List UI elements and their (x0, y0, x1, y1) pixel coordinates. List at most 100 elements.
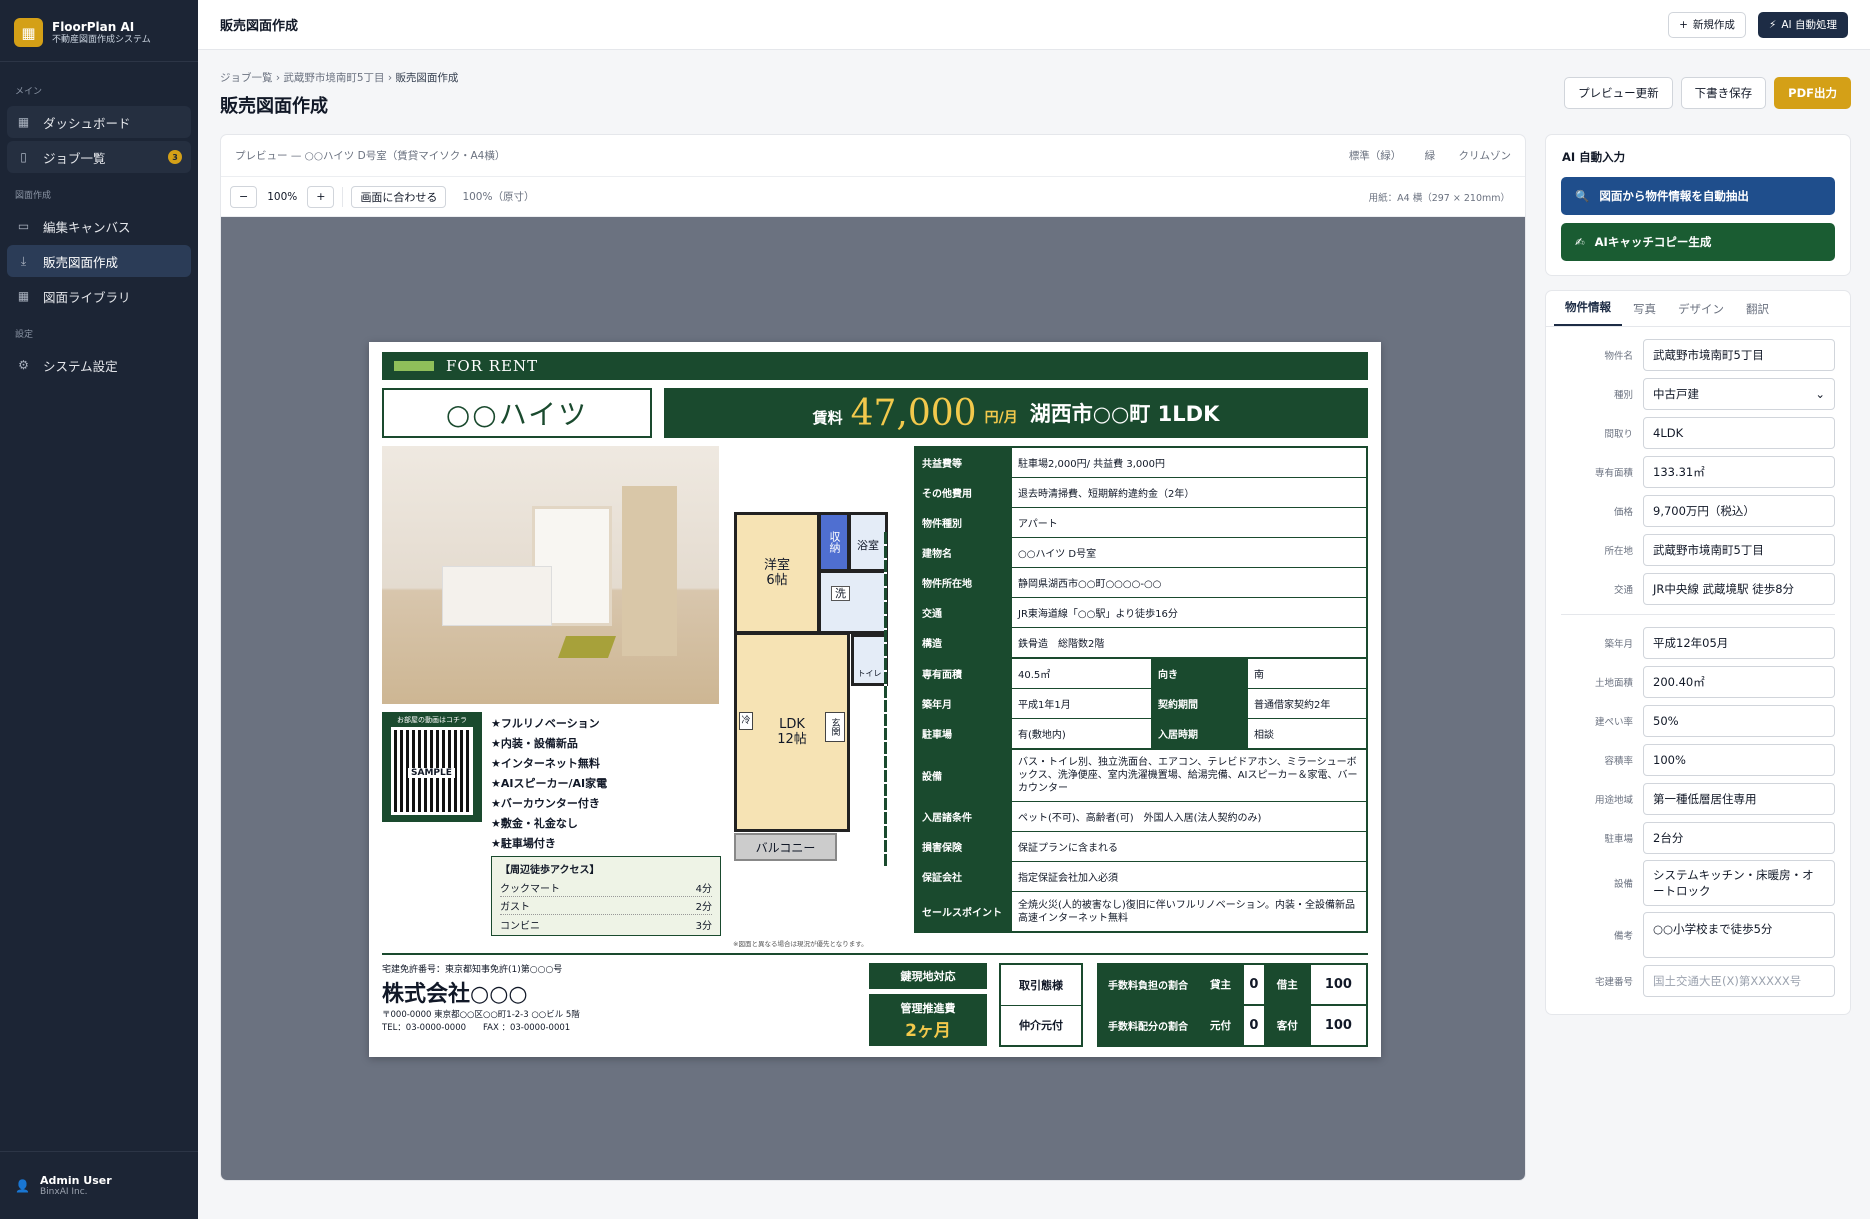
equipment-textarea[interactable]: システムキッチン・床暖房・オートロック (1643, 860, 1835, 906)
property-name-field[interactable]: 武蔵野市境南町5丁目 (1643, 338, 1835, 371)
new-button[interactable]: + 新規作成 (1668, 11, 1746, 38)
ai-process-button[interactable]: ⚡ AI 自動処理 (1758, 11, 1848, 38)
monitor-icon: ▭ (17, 219, 30, 233)
breadcrumb-item[interactable]: ジョブ一覧 (220, 72, 273, 84)
address-field[interactable]: 武蔵野市境南町5丁目 (1643, 533, 1835, 566)
field-label: 建ぺい率 (1594, 716, 1633, 728)
extract-button[interactable]: 🔍 図面から物件情報を自動抽出 (1561, 177, 1835, 215)
field-label: 宅建番号 (1594, 976, 1633, 988)
table-row: 手数料負担の割合 貸主 0 借主 100 (1097, 963, 1369, 1006)
count-badge: 3 (168, 150, 182, 164)
bolt-icon: ⚡ (1769, 18, 1777, 31)
zoom-out-button[interactable]: − (230, 185, 258, 208)
spec-value: 有(敷地内) (1011, 718, 1152, 749)
company-name: 株式会社○○○ (382, 982, 528, 1007)
save-draft-button[interactable]: 下書き保存 (1680, 77, 1767, 109)
divider (342, 186, 344, 207)
plan-washroom: 洗 (818, 570, 888, 634)
file-icon: ▯ (20, 150, 27, 164)
sidebar-item-label: 編集キャンバス (43, 219, 131, 235)
transport-field[interactable]: JR中央線 武蔵境駅 徒歩8分 (1643, 572, 1835, 605)
spec-value: アパート (1011, 507, 1367, 538)
coverage-ratio-field[interactable]: 50% (1643, 704, 1835, 737)
field-label: 土地面積 (1594, 677, 1633, 689)
floor-ratio-field[interactable]: 100% (1643, 743, 1835, 776)
spec-value: バス・トイレ別、独立洗面台、エアコン、テレビドアホン、ミラーシューボックス、洗浄… (1011, 749, 1367, 802)
sidebar-item-library[interactable]: ▦ 図面ライブラリ (7, 280, 191, 312)
sidebar-item-canvas[interactable]: ▭ 編集キャンバス (7, 210, 191, 242)
spec-key: 損害保険 (915, 831, 1012, 862)
theme-option[interactable]: 緑 (1425, 150, 1436, 162)
table-row: 手数料配分の割合 元付 0 客付 100 (1097, 1004, 1369, 1047)
app-name: FloorPlan AI (52, 19, 135, 34)
table-row: 共益費等 駐車場2,000円/ 共益費 3,000円 (915, 447, 1367, 478)
notes-textarea[interactable]: ○○小学校まで徒歩5分 (1643, 912, 1835, 958)
spec-key: 入居諸条件 (915, 801, 1012, 832)
company-contact: TEL：03-0000-0000 FAX ：03-0000-0001 (382, 1021, 570, 1033)
spec-key: 共益費等 (915, 447, 1012, 478)
spec-value: 平成1年1月 (1011, 688, 1152, 719)
pdf-export-button[interactable]: PDF出力 (1774, 77, 1851, 109)
access-time: 3分 (695, 920, 712, 932)
field-row: 物件名 武蔵野市境南町5丁目 (1561, 335, 1835, 374)
company-address: 〒000-0000 東京都○○区○○町1-2-3 ○○ビル 5階 (382, 1010, 580, 1020)
sidebar-item-jobs[interactable]: ▯ ジョブ一覧 3 (7, 141, 191, 173)
land-area-field[interactable]: 200.40㎡ (1643, 665, 1835, 698)
theme-option[interactable]: クリムゾン (1459, 150, 1512, 162)
tab-property[interactable]: 物件情報 (1554, 299, 1622, 326)
tab-photos[interactable]: 写真 (1622, 301, 1667, 326)
zoom-in-button[interactable]: + (307, 185, 335, 208)
sheet-header-label: FOR RENT (446, 357, 539, 375)
sidebar-item-sales-sheet[interactable]: ⤓ 販売図面作成 (7, 245, 191, 277)
area-field[interactable]: 133.31㎡ (1643, 455, 1835, 488)
parking-field[interactable]: 2台分 (1643, 821, 1835, 854)
tab-translate[interactable]: 翻訳 (1735, 301, 1780, 326)
breadcrumb: ジョブ一覧 › 武蔵野市境南町5丁目 › 販売図面作成 (220, 72, 459, 84)
nav-section-settings: 設定 (15, 330, 34, 340)
table-row: 交通 JR東海道線「○○駅」より徒歩16分 (915, 597, 1367, 628)
field-label: 間取り (1604, 428, 1633, 440)
plan-ldk-label: LDK (779, 717, 805, 732)
preview-refresh-button[interactable]: プレビュー更新 (1564, 77, 1673, 109)
breadcrumb-item[interactable]: 武蔵野市境南町5丁目 (283, 72, 384, 84)
sidebar-item-label: ジョブ一覧 (43, 150, 106, 166)
table-row: 設備 バス・トイレ別、独立洗面台、エアコン、テレビドアホン、ミラーシューボックス、… (915, 749, 1367, 802)
table-row: 保証会社 指定保証会社加入必須 (915, 861, 1367, 892)
mgmt-fee-badge: 管理推進費 2ヶ月 (869, 994, 987, 1046)
user-profile[interactable]: 👤 Admin User BinxAI Inc. (0, 1151, 198, 1219)
catchcopy-button[interactable]: ✍ AIキャッチコピー生成 (1561, 223, 1835, 261)
price-field[interactable]: 9,700万円（税込） (1643, 494, 1835, 527)
rent-amount: 47,000 (850, 392, 977, 434)
layout-field[interactable]: 4LDK (1643, 416, 1835, 449)
theme-option[interactable]: 標準（緑） (1349, 150, 1402, 162)
sidebar-item-settings[interactable]: ⚙ システム設定 (7, 349, 191, 381)
photo-counter (442, 566, 552, 626)
spec-table-extra: 設備 バス・トイレ別、独立洗面台、エアコン、テレビドアホン、ミラーシューボックス、… (915, 749, 1367, 932)
deal-box: 取引態様 仲介元付 (999, 963, 1083, 1047)
sidebar-item-dashboard[interactable]: ▦ ダッシュボード (7, 106, 191, 138)
spec-value: 普通借家契約2年 (1247, 688, 1367, 719)
field-row: 駐車場 2台分 (1561, 818, 1835, 857)
plan-entrance: 玄関 (825, 712, 845, 742)
sidebar-item-label: ダッシュボード (43, 115, 131, 131)
property-name-box: ○○ハイツ (382, 388, 652, 438)
built-date-field[interactable]: 平成12年05月 (1643, 626, 1835, 659)
feature-item: ★インターネット無料 (491, 757, 600, 770)
spec-value: 全焼火災(人的被害なし)復旧に伴いフルリノベーション。内装・全設備新品 高速イン… (1011, 891, 1367, 932)
access-name: ガスト (500, 902, 530, 913)
fit-button[interactable]: 画面に合わせる (351, 185, 447, 208)
feature-item: ★AIスピーカー/AI家電 (491, 777, 608, 790)
license-number-field[interactable]: 国土交通大臣(X)第XXXXX号 (1643, 964, 1835, 997)
gear-icon: ⚙ (18, 358, 29, 372)
spec-key: 契約期間 (1151, 688, 1248, 719)
access-time: 4分 (695, 884, 712, 895)
preview-panel: プレビュー — ○○ハイツ D号室（賃貸マイソク・A4横） 標準（緑） 緑 クリ… (220, 134, 1526, 1181)
type-select[interactable]: 中古戸建 ⌄ (1643, 377, 1835, 410)
zoning-field[interactable]: 第一種低層居住専用 (1643, 782, 1835, 815)
tab-design[interactable]: デザイン (1667, 301, 1735, 326)
company-fax: FAX ：03-0000-0001 (483, 1023, 571, 1033)
field-label: 所在地 (1604, 545, 1633, 557)
field-row: 築年月 平成12年05月 (1561, 623, 1835, 662)
access-row: コンビニ 3分 (500, 915, 712, 933)
spec-key: 築年月 (915, 688, 1012, 719)
